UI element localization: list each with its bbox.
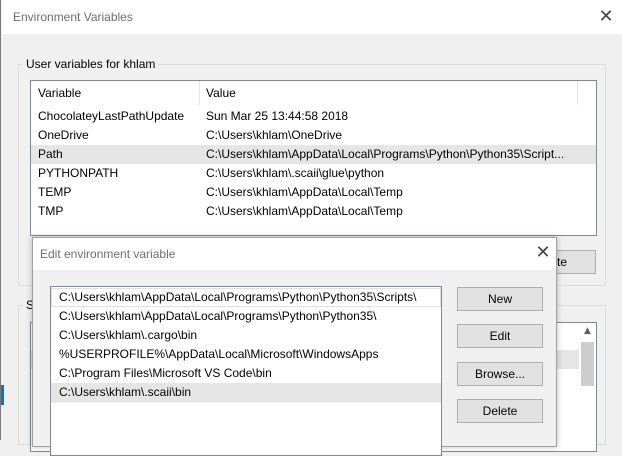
variable-value: C:\Users\khlam\OneDrive <box>206 128 343 142</box>
dialog-titlebar: Edit environment variable ✕ <box>33 238 556 270</box>
edit-environment-variable-dialog: Edit environment variable ✕ C:\Users\khl… <box>32 237 557 456</box>
new-button[interactable]: New <box>457 287 543 311</box>
variable-value: C:\Users\khlam\AppData\Local\Temp <box>206 204 403 218</box>
delete-button[interactable]: Delete <box>457 399 543 423</box>
window-titlebar: Environment Variables ✕ <box>2 0 622 34</box>
variable-name: TMP <box>38 204 64 218</box>
list-row-selected[interactable]: Path C:\Users\khlam\AppData\Local\Progra… <box>31 145 596 164</box>
path-entry[interactable]: C:\Users\khlam\.cargo\bin <box>51 326 441 345</box>
empty-path-row[interactable] <box>51 402 441 421</box>
window-close-icon[interactable]: ✕ <box>596 8 616 26</box>
scroll-up-arrow-icon[interactable]: ▲ <box>579 326 596 336</box>
dialog-close-icon[interactable]: ✕ <box>533 244 553 262</box>
variable-name: TEMP <box>38 185 72 199</box>
list-row[interactable]: PYTHONPATH C:\Users\khlam\.scaii\glue\py… <box>31 164 596 183</box>
variable-value: Sun Mar 25 13:44:58 2018 <box>206 109 349 123</box>
variable-name: OneDrive <box>38 128 89 142</box>
user-delete-button-label: te <box>556 255 567 269</box>
window-title: Environment Variables <box>13 10 133 24</box>
dialog-title: Edit environment variable <box>40 247 176 261</box>
browse-button[interactable]: Browse... <box>457 362 543 386</box>
variable-value: C:\Users\khlam\.scaii\glue\python <box>206 166 385 180</box>
variable-value: C:\Users\khlam\AppData\Local\Temp <box>206 185 403 199</box>
variable-name: Path <box>38 147 63 161</box>
column-header-value[interactable]: Value <box>206 86 236 100</box>
column-divider[interactable] <box>577 81 578 105</box>
list-row[interactable]: TMP C:\Users\khlam\AppData\Local\Temp <box>31 202 596 221</box>
edit-button[interactable]: Edit <box>457 324 543 348</box>
path-entry[interactable]: %USERPROFILE%\AppData\Local\Microsoft\Wi… <box>51 345 441 364</box>
path-entry-selected[interactable]: C:\Users\khlam\.scaii\bin <box>51 383 441 402</box>
background-window-edge <box>1 385 4 405</box>
path-entry[interactable]: C:\Users\khlam\AppData\Local\Programs\Py… <box>51 288 441 307</box>
variable-value: C:\Users\khlam\AppData\Local\Programs\Py… <box>206 147 565 161</box>
variable-name: ChocolateyLastPathUpdate <box>38 109 185 123</box>
list-header: Variable Value <box>31 81 596 105</box>
user-variables-label: User variables for khlam <box>23 57 159 71</box>
list-row[interactable]: ChocolateyLastPathUpdate Sun Mar 25 13:4… <box>31 107 596 126</box>
column-divider[interactable] <box>199 81 200 105</box>
list-row[interactable]: OneDrive C:\Users\khlam\OneDrive <box>31 126 596 145</box>
column-header-variable[interactable]: Variable <box>38 86 81 100</box>
path-entries-list[interactable]: C:\Users\khlam\AppData\Local\Programs\Py… <box>50 286 442 456</box>
scrollbar-thumb[interactable] <box>581 342 594 386</box>
user-variables-list[interactable]: Variable Value ChocolateyLastPathUpdate … <box>30 80 597 236</box>
path-entry[interactable]: C:\Program Files\Microsoft VS Code\bin <box>51 364 441 383</box>
variable-name: PYTHONPATH <box>38 166 119 180</box>
list-row[interactable]: TEMP C:\Users\khlam\AppData\Local\Temp <box>31 183 596 202</box>
vertical-scrollbar[interactable]: ▲ <box>579 323 596 451</box>
path-entry[interactable]: C:\Users\khlam\AppData\Local\Programs\Py… <box>51 307 441 326</box>
